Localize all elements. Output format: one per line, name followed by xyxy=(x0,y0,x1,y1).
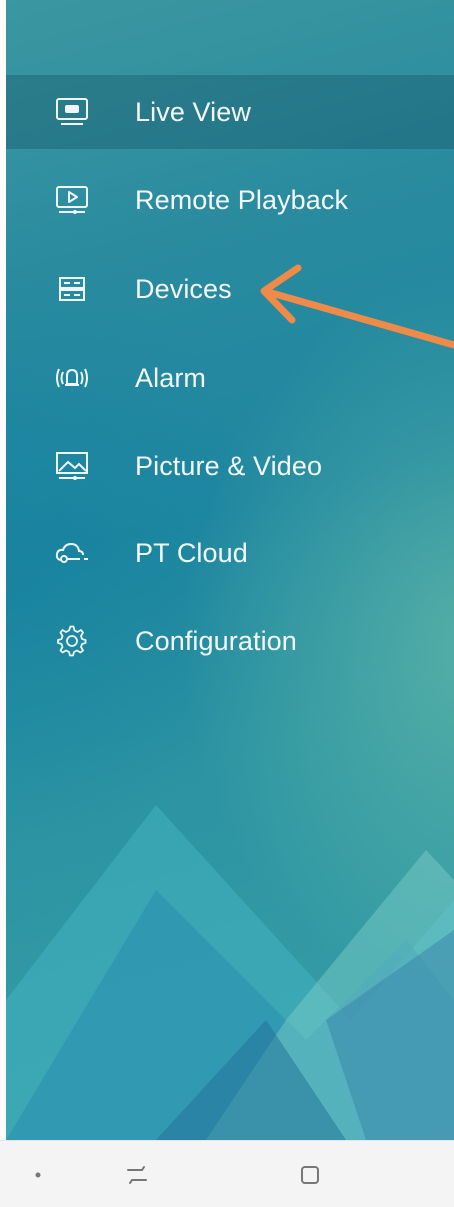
dot-icon[interactable] xyxy=(18,1155,58,1195)
recent-apps-icon[interactable] xyxy=(117,1155,157,1195)
annotation-arrow-icon xyxy=(260,264,454,349)
navigation-drawer: Live View Remote Playback Devices Alarm … xyxy=(6,0,454,1140)
system-navigation-bar xyxy=(0,1140,454,1207)
back-square-icon[interactable] xyxy=(290,1155,330,1195)
